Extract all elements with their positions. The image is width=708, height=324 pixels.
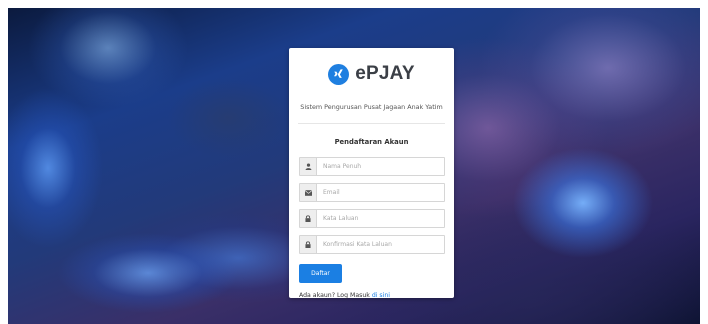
password-input[interactable]: [317, 210, 444, 227]
confirm-password-field: [299, 235, 445, 254]
xing-logo-icon: [328, 63, 350, 85]
divider: [298, 123, 445, 124]
envelope-icon: [300, 184, 317, 201]
login-prompt: Ada akaun? Log Masuk di sini: [299, 292, 445, 299]
brand-name: ePJAY: [355, 63, 415, 84]
email-field: [299, 183, 445, 202]
password-field: [299, 209, 445, 228]
background-image: ePJAY Sistem Pengurusan Pusat Jagaan Ana…: [8, 8, 700, 324]
lock-icon: [300, 210, 317, 227]
register-button[interactable]: Daftar: [299, 264, 342, 283]
brand-header: ePJAY: [298, 59, 445, 89]
lock-icon: [300, 236, 317, 253]
confirm-password-input[interactable]: [317, 236, 444, 253]
registration-card: ePJAY Sistem Pengurusan Pusat Jagaan Ana…: [289, 48, 454, 299]
app-subtitle: Sistem Pengurusan Pusat Jagaan Anak Yati…: [300, 103, 443, 111]
user-icon: [300, 158, 317, 175]
login-prompt-text: Ada akaun? Log Masuk: [299, 292, 370, 299]
full-name-input[interactable]: [317, 158, 444, 175]
login-link[interactable]: di sini: [372, 292, 390, 299]
full-name-field: [299, 157, 445, 176]
form-heading: Pendaftaran Akaun: [334, 138, 409, 146]
email-input[interactable]: [317, 184, 444, 201]
